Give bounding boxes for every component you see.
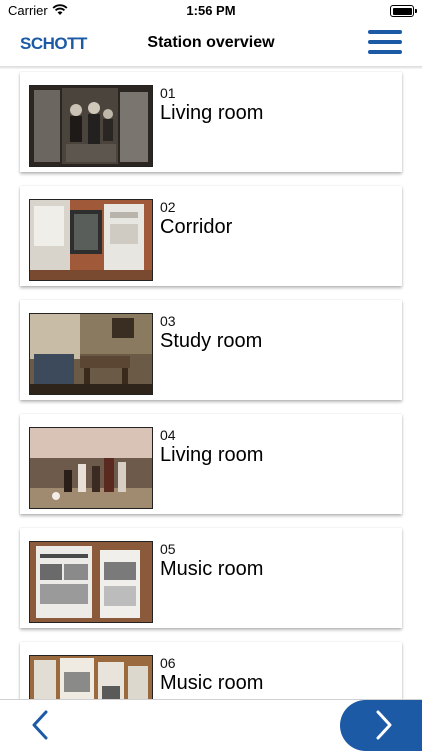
chevron-left-icon (32, 710, 48, 740)
station-number: 04 (160, 427, 176, 443)
chevron-right-icon (376, 710, 392, 740)
station-thumbnail (29, 541, 153, 623)
station-number: 02 (160, 199, 176, 215)
status-bar: Carrier 1:56 PM (0, 0, 422, 22)
bottom-bar (0, 699, 422, 751)
station-number: 06 (160, 655, 176, 671)
station-name: Music room (160, 672, 264, 694)
station-name: Study room (160, 330, 263, 352)
station-thumbnail (29, 85, 153, 167)
station-thumbnail (29, 427, 153, 509)
station-name: Music room (160, 558, 264, 580)
station-card[interactable]: 04 Living room (20, 414, 402, 514)
hamburger-menu-icon[interactable] (368, 30, 402, 56)
station-card[interactable]: 06 Music room (20, 642, 402, 699)
station-thumbnail (29, 313, 153, 395)
station-card[interactable]: 02 Corridor (20, 186, 402, 286)
station-number: 05 (160, 541, 176, 557)
page-title: Station overview (147, 34, 275, 51)
back-button[interactable] (24, 708, 58, 742)
status-time: 1:56 PM (186, 3, 236, 18)
station-number: 03 (160, 313, 176, 329)
station-list[interactable]: 01 Living room 02 Corridor 03 Study room… (0, 69, 422, 699)
station-number: 01 (160, 85, 176, 101)
station-name: Living room (160, 444, 264, 466)
station-thumbnail (29, 655, 153, 699)
battery-icon (390, 5, 417, 17)
station-card[interactable]: 05 Music room (20, 528, 402, 628)
forward-button[interactable] (340, 700, 422, 751)
station-name: Corridor (160, 216, 233, 238)
station-card[interactable]: 01 Living room (20, 72, 402, 172)
station-card[interactable]: 03 Study room (20, 300, 402, 400)
station-thumbnail (29, 199, 153, 281)
station-name: Living room (160, 102, 264, 124)
nav-bar: SCHOTT Station overview (0, 22, 422, 66)
